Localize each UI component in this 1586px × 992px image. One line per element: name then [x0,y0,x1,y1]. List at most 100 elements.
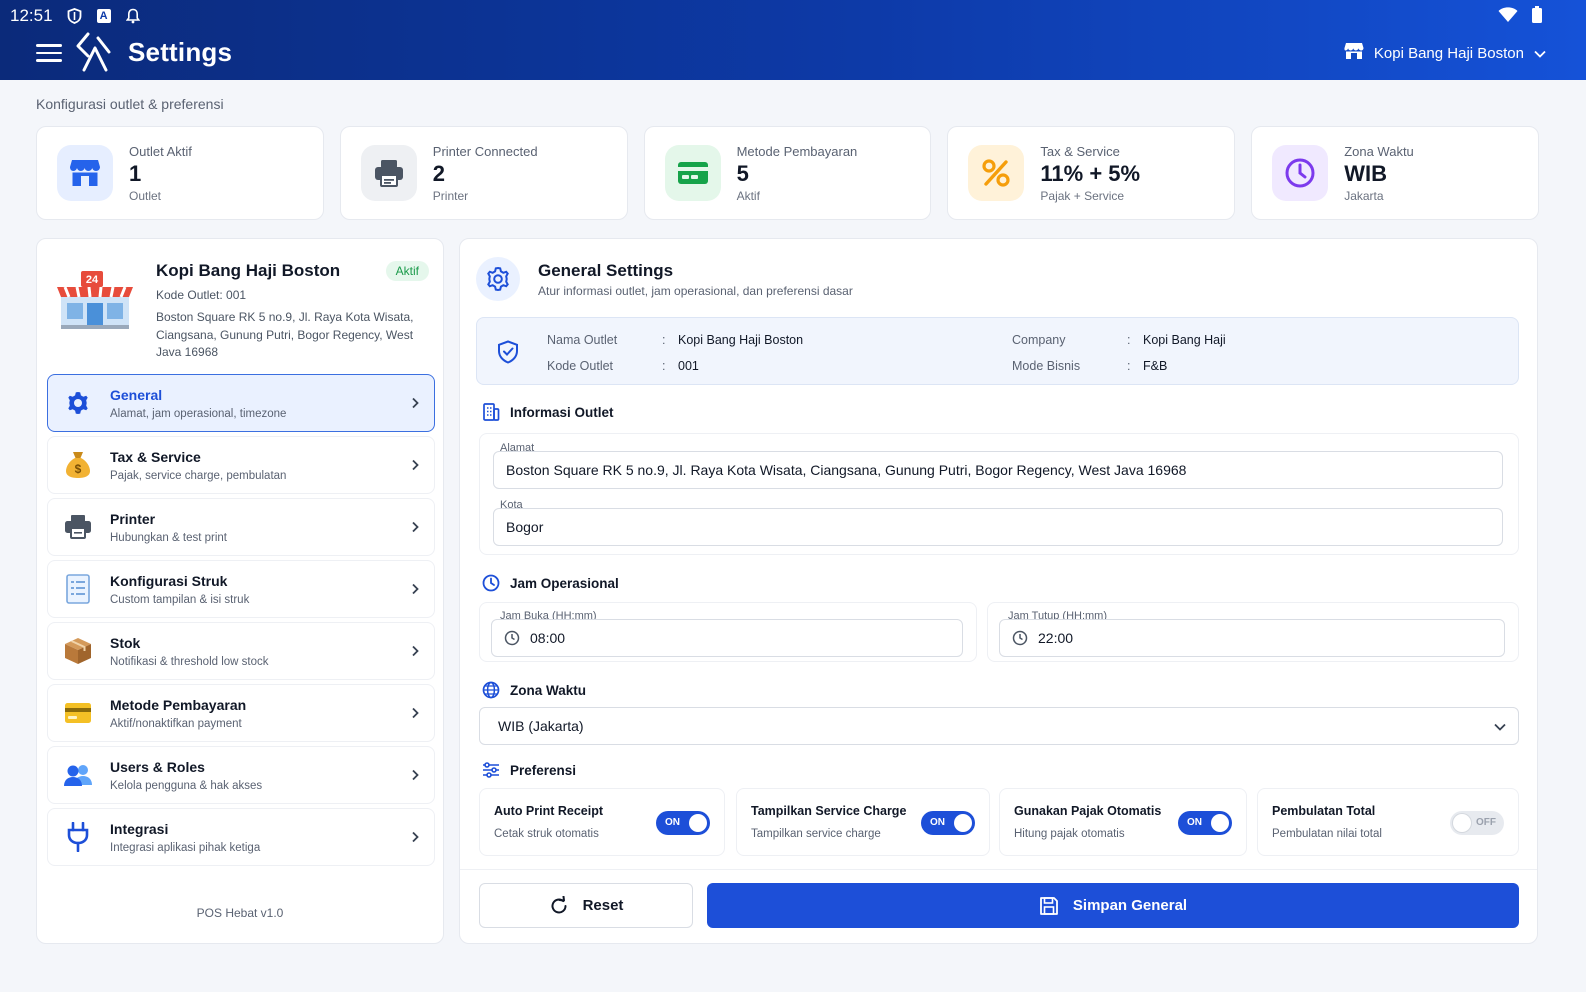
pref-title: Gunakan Pajak Otomatis [1014,804,1162,818]
toggle-state: ON [1187,817,1202,828]
sidebar-item-tax-service[interactable]: $ Tax & Service Pajak, service charge, p… [47,436,435,494]
sidebar-item-title: Metode Pembayaran [110,696,247,713]
gear-icon [476,257,520,301]
section-heading-preferences: Preferensi [482,761,576,779]
service-charge-toggle[interactable]: ON [921,811,975,835]
auto-print-toggle[interactable]: ON [656,811,710,835]
summary-label: Mode Bisnis [1012,359,1081,373]
stat-card-payment: Metode Pembayaran 5 Aktif [643,126,932,220]
stat-value: WIB [1344,160,1387,186]
sidebar-item-desc: Kelola pengguna & hak akses [110,779,263,792]
sidebar-item-receipt-config[interactable]: Konfigurasi Struk Custom tampilan & isi … [47,560,435,618]
pref-desc: Hitung pajak otomatis [1014,828,1125,840]
store-illustration-icon: 24 [57,269,133,331]
reset-button[interactable]: Reset [479,883,693,928]
outlet-code: Kode Outlet: 001 [156,288,247,302]
rounding-toggle[interactable]: OFF [1450,811,1504,835]
shield-status-icon [67,8,83,24]
close-hour-input[interactable]: 22:00 [999,619,1505,657]
sidebar-item-users-roles[interactable]: Users & Roles Kelola pengguna & hak akse… [47,746,435,804]
stat-unit: Aktif [736,188,760,203]
receipt-icon [60,571,96,607]
sidebar-item-desc: Notifikasi & threshold low stock [110,655,269,668]
card-icon [60,695,96,731]
outlet-selector[interactable]: Kopi Bang Haji Boston [1344,42,1546,64]
sidebar-item-stock[interactable]: Stok Notifikasi & threshold low stock [47,622,435,680]
summary-value: Kopi Bang Haji [1143,333,1226,347]
stat-label: Tax & Service [1040,143,1120,159]
toggle-knob [1453,814,1471,832]
summary-colon: : [662,333,666,347]
clock-icon [504,630,520,646]
store-sign: 24 [86,274,99,286]
stat-unit: Pajak + Service [1040,188,1125,203]
card-icon [664,145,721,201]
gear-icon [60,385,96,421]
pref-desc: Tampilkan service charge [751,828,881,840]
menu-line [36,51,62,55]
summary-colon: : [662,359,666,373]
status-badge: Aktif [385,261,429,281]
divider [460,869,1537,870]
save-button[interactable]: Simpan General [707,883,1519,928]
printer-icon [60,509,96,545]
chevron-right-icon [412,397,419,409]
pref-rounding: Pembulatan Total Pembulatan nilai total … [1257,788,1519,856]
stat-label: Metode Pembayaran [736,143,858,159]
a-status-icon: A [96,9,111,23]
app-logo [76,32,114,72]
stat-unit: Jakarta [1344,188,1384,203]
outlet-card: 24 Kopi Bang Haji Boston Aktif Kode Outl… [37,239,443,373]
store-icon [1344,42,1364,64]
svg-text:$: $ [75,462,82,476]
page-subtitle: Konfigurasi outlet & preferensi [36,96,224,112]
stat-value: 11% + 5% [1040,160,1141,186]
chevron-right-icon [412,583,419,595]
sidebar-item-title: Integrasi [110,820,169,837]
summary-label: Company [1012,333,1066,347]
users-icon [60,757,96,793]
pref-auto-print: Auto Print Receipt Cetak struk otomatis … [479,788,725,856]
chevron-down-icon [1494,723,1506,731]
sidebar-item-title: Users & Roles [110,758,205,775]
toggle-knob [954,814,972,832]
sidebar-item-desc: Aktif/nonaktifkan payment [110,717,242,730]
stat-unit: Outlet [129,188,162,203]
stat-card-printer: Printer Connected 2 Printer [339,126,628,220]
pref-service-charge: Tampilkan Service Charge Tampilkan servi… [736,788,990,856]
section-heading-label: Zona Waktu [510,682,586,698]
timezone-select[interactable]: WIB (Jakarta) [479,707,1519,745]
sidebar-item-desc: Hubungkan & test print [110,531,227,544]
outlet-name: Kopi Bang Haji Boston [156,261,341,280]
address-input[interactable]: Boston Square RK 5 no.9, Jl. Raya Kota W… [493,451,1503,489]
sidebar-item-integrations[interactable]: Integrasi Integrasi aplikasi pihak ketig… [47,808,435,866]
sidebar-item-printer[interactable]: Printer Hubungkan & test print [47,498,435,556]
stat-unit: Printer [432,188,469,203]
pref-title: Auto Print Receipt [494,804,604,818]
status-bar: 12:51 A [10,4,141,28]
city-input[interactable]: Bogor [493,508,1503,546]
store-icon [57,145,113,201]
section-heading-info: Informasi Outlet [482,403,614,421]
outlet-summary: Nama Outlet : Kopi Bang Haji Boston Kode… [476,317,1519,385]
auto-tax-toggle[interactable]: ON [1178,811,1232,835]
chevron-right-icon [412,645,419,657]
sidebar-item-payment-methods[interactable]: Metode Pembayaran Aktif/nonaktifkan paym… [47,684,435,742]
chevron-right-icon [412,769,419,781]
sidebar-item-general[interactable]: General Alamat, jam operasional, timezon… [47,374,435,432]
section-desc: Atur informasi outlet, jam operasional, … [538,284,853,298]
summary-value: F&B [1143,359,1168,373]
toggle-state: OFF [1476,817,1496,828]
battery-icon [1532,6,1542,28]
stat-card-outlet: Outlet Aktif 1 Outlet [36,126,324,220]
stat-label: Zona Waktu [1344,143,1414,159]
refresh-icon [551,895,567,913]
close-hour-value: 22:00 [1038,630,1074,646]
stat-card-timezone: Zona Waktu WIB Jakarta [1251,126,1539,220]
chevron-down-icon [1534,45,1546,62]
menu-button[interactable] [36,40,62,66]
stat-value: 1 [129,160,142,186]
general-settings-panel: General Settings Atur informasi outlet, … [459,238,1538,944]
pref-desc: Cetak struk otomatis [494,828,599,840]
open-hour-input[interactable]: 08:00 [491,619,963,657]
